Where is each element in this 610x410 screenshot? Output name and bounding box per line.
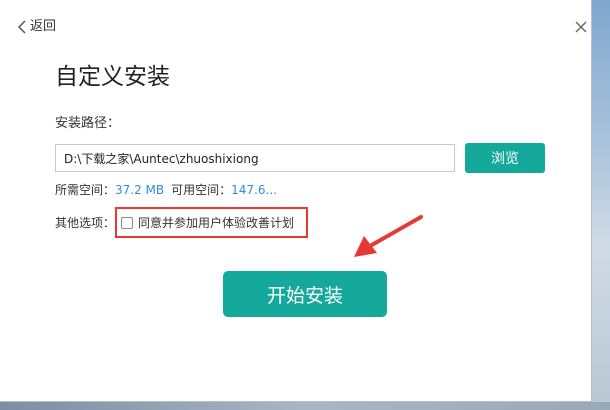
user-experience-checkbox[interactable]	[121, 217, 133, 229]
required-space-value: 37.2 MB	[115, 183, 165, 197]
user-experience-checkbox-label[interactable]: 同意并参加用户体验改善计划	[138, 215, 294, 231]
install-path-label: 安装路径：	[55, 116, 121, 131]
page-title: 自定义安装	[55, 64, 170, 90]
start-install-button[interactable]: 开始安装	[223, 271, 387, 317]
back-label: 返回	[30, 19, 57, 34]
desktop-background-bottom	[0, 402, 610, 410]
installer-dialog: 返回 自定义安装 安装路径： 浏览 所需空间：37.2 MB 可用空间：147.6…	[0, 0, 592, 402]
disk-space-info: 所需空间：37.2 MB 可用空间：147.6...	[55, 182, 277, 198]
browse-button[interactable]: 浏览	[465, 143, 545, 173]
close-icon	[575, 21, 587, 33]
close-button[interactable]	[574, 19, 588, 33]
other-options-label: 其他选项：	[55, 216, 116, 230]
arrow-annotation-icon	[354, 215, 423, 257]
chevron-left-icon	[18, 20, 26, 34]
desktop-background	[592, 0, 610, 410]
available-space-value: 147.6...	[231, 183, 277, 197]
required-space-label: 所需空间：	[55, 183, 116, 197]
back-button[interactable]: 返回	[18, 19, 56, 35]
available-space-label: 可用空间：	[171, 183, 232, 197]
install-path-input[interactable]	[55, 144, 455, 172]
